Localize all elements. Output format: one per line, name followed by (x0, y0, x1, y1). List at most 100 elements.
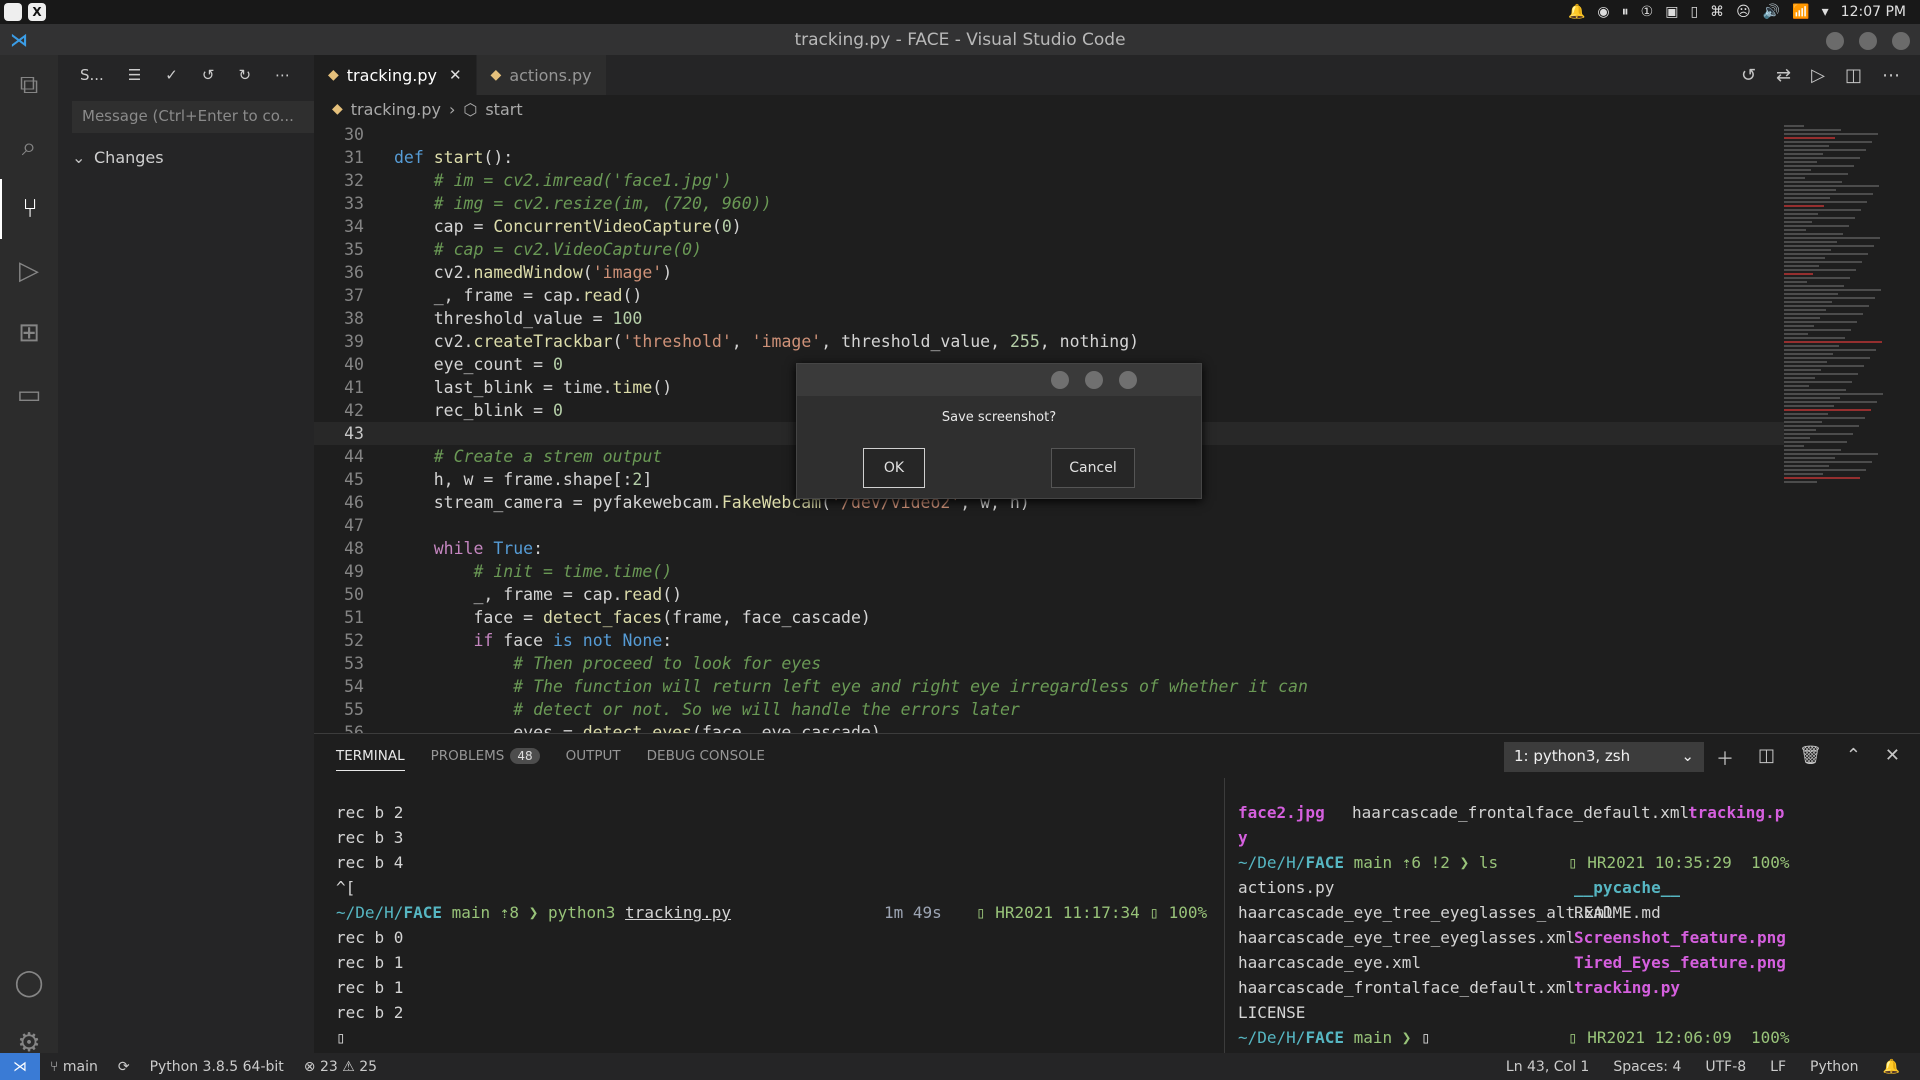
end-of-line[interactable]: LF (1760, 1059, 1796, 1075)
tab-actions-py[interactable]: ◆ actions.py (476, 55, 607, 95)
updates-icon[interactable]: ① (1641, 4, 1654, 20)
close-tab-icon[interactable]: ✕ (449, 66, 462, 84)
code-line[interactable]: 55 # detect or not. So we will handle th… (314, 698, 1784, 721)
extensions-icon[interactable]: ⊞ (0, 303, 58, 363)
code-line[interactable]: 49 # init = time.time() (314, 560, 1784, 583)
command-icon[interactable]: ⌘ (1710, 4, 1724, 20)
minimap-line (1784, 157, 1860, 159)
line-number: 47 (344, 516, 364, 535)
apple-icon[interactable] (4, 3, 22, 21)
commit-check-icon[interactable]: ✓ (165, 66, 178, 84)
remote-icon[interactable]: ⋊ (0, 1053, 40, 1080)
code-line[interactable]: 56 eyes = detect_eyes(face, eye_cascade) (314, 721, 1784, 733)
dialog-maximize-button[interactable] (1085, 371, 1103, 389)
split-terminal-icon[interactable]: ◫ (1758, 745, 1775, 771)
more-actions-icon[interactable]: ⋯ (275, 66, 290, 84)
more-actions-icon[interactable]: ⋯ (1882, 65, 1900, 86)
source-control-icon[interactable]: ⑂ (0, 179, 58, 239)
dialog-minimize-button[interactable] (1051, 371, 1069, 389)
branch-status[interactable]: ⑂ main (40, 1059, 108, 1075)
minimap-line (1784, 469, 1866, 471)
maximize-button[interactable] (1859, 32, 1877, 50)
run-file-icon[interactable]: ▷ (1811, 65, 1825, 86)
language-mode[interactable]: Python (1800, 1059, 1869, 1075)
code-line[interactable]: 33 # img = cv2.resize(im, (720, 960)) (314, 192, 1784, 215)
minimap-line (1784, 205, 1824, 207)
commit-message-input[interactable]: Message (Ctrl+Enter to co... (72, 101, 352, 133)
line-content: threshold_value = 100 (394, 309, 643, 328)
run-debug-icon[interactable]: ▷ (0, 241, 58, 301)
code-line[interactable]: 31 def start(): (314, 146, 1784, 169)
x-app-icon[interactable]: X (28, 3, 46, 21)
tab-debug-console[interactable]: DEBUG CONSOLE (647, 748, 765, 764)
clock[interactable]: 12:07 PM (1841, 4, 1906, 20)
ok-button[interactable]: OK (863, 448, 925, 488)
code-line[interactable]: 35 # cap = cv2.VideoCapture(0) (314, 238, 1784, 261)
indentation[interactable]: Spaces: 4 (1603, 1059, 1691, 1075)
compare-changes-icon[interactable]: ⇄ (1776, 65, 1791, 86)
code-line[interactable]: 38 threshold_value = 100 (314, 307, 1784, 330)
code-line[interactable]: 53 # Then proceed to look for eyes (314, 652, 1784, 675)
dropdown-icon[interactable]: ▾ (1822, 4, 1829, 20)
tab-problems[interactable]: PROBLEMS 48 (431, 748, 540, 764)
code-line[interactable]: 34 cap = ConcurrentVideoCapture(0) (314, 215, 1784, 238)
minimap-line (1784, 313, 1863, 315)
maximize-panel-icon[interactable]: ⌃ (1846, 745, 1861, 771)
code-line[interactable]: 36 cv2.namedWindow('image') (314, 261, 1784, 284)
problems-status[interactable]: ⊗ 23 ⚠ 25 (294, 1059, 387, 1075)
split-editor-icon[interactable]: ◫ (1845, 65, 1862, 86)
code-line[interactable]: 51 face = detect_faces(frame, face_casca… (314, 606, 1784, 629)
minimap-line (1784, 161, 1817, 163)
close-window-button[interactable] (1892, 32, 1910, 50)
bell-icon[interactable]: 🔔 (1568, 4, 1585, 20)
app-tray-icon[interactable]: ▣ (1665, 4, 1678, 20)
tab-terminal[interactable]: TERMINAL (336, 741, 405, 771)
trash-icon[interactable]: 🗑 (1799, 745, 1822, 771)
minimap[interactable] (1784, 123, 1904, 643)
view-as-tree-icon[interactable]: ☰ (128, 66, 141, 84)
tab-output[interactable]: OUTPUT (566, 748, 621, 764)
clipboard-icon[interactable]: ▯ (1690, 4, 1698, 20)
code-line[interactable]: 48 while True: (314, 537, 1784, 560)
pause-icon[interactable]: ⏸ (1622, 4, 1629, 20)
code-line[interactable]: 50 _, frame = cap.read() (314, 583, 1784, 606)
tab-tracking-py[interactable]: ◆ tracking.py ✕ (314, 55, 477, 95)
python-interpreter[interactable]: Python 3.8.5 64-bit (140, 1059, 294, 1075)
code-line[interactable]: 32 # im = cv2.imread('face1.jpg') (314, 169, 1784, 192)
wifi-icon[interactable]: 📶 (1792, 4, 1809, 20)
cancel-button[interactable]: Cancel (1051, 448, 1135, 488)
status-face-icon[interactable]: ☹ (1736, 4, 1751, 20)
code-line[interactable]: 30 (314, 123, 1784, 146)
minimap-line (1784, 273, 1813, 275)
volume-icon[interactable]: 🔊 (1763, 4, 1780, 20)
encoding[interactable]: UTF-8 (1695, 1059, 1756, 1075)
search-icon[interactable]: ⌕ (0, 117, 58, 177)
code-line[interactable]: 54 # The function will return left eye a… (314, 675, 1784, 698)
line-number: 39 (344, 332, 364, 351)
terminal-right[interactable]: face2.jpg haarcascade_frontalface_default… (1238, 800, 1908, 1050)
history-icon[interactable]: ↺ (202, 66, 215, 84)
code-line[interactable]: 37 _, frame = cap.read() (314, 284, 1784, 307)
remote-explorer-icon[interactable]: ▭ (0, 365, 58, 425)
close-panel-icon[interactable]: ✕ (1885, 745, 1900, 771)
account-icon[interactable]: ◯ (0, 953, 58, 1013)
breadcrumb-file[interactable]: tracking.py (351, 100, 441, 119)
notifications-icon[interactable]: 🔔 (1873, 1059, 1910, 1075)
terminal-left[interactable]: rec b 2 rec b 3 rec b 4 ^[~/De/H/FACE main … (336, 800, 1256, 1050)
code-line[interactable]: 39 cv2.createTrackbar('threshold', 'imag… (314, 330, 1784, 353)
sync-icon[interactable]: ⟳ (108, 1059, 140, 1075)
minimize-button[interactable] (1826, 32, 1844, 50)
breadcrumb-symbol[interactable]: start (485, 100, 522, 119)
code-line[interactable]: 47 (314, 514, 1784, 537)
terminal-select[interactable]: 1: python3, zsh ⌄ (1504, 742, 1704, 772)
explorer-icon[interactable]: ⧉ (0, 55, 58, 115)
timeline-icon[interactable]: ↺ (1741, 65, 1756, 86)
changes-group[interactable]: ⌄ Changes 0 (72, 143, 352, 171)
dialog-close-button[interactable] (1119, 371, 1137, 389)
code-line[interactable]: 52 if face is not None: (314, 629, 1784, 652)
cursor-position[interactable]: Ln 43, Col 1 (1496, 1059, 1599, 1075)
discord-icon[interactable]: ◉ (1597, 4, 1609, 20)
refresh-icon[interactable]: ↻ (238, 66, 251, 84)
new-terminal-icon[interactable]: ＋ (1716, 745, 1734, 771)
minimap-line (1784, 345, 1839, 347)
